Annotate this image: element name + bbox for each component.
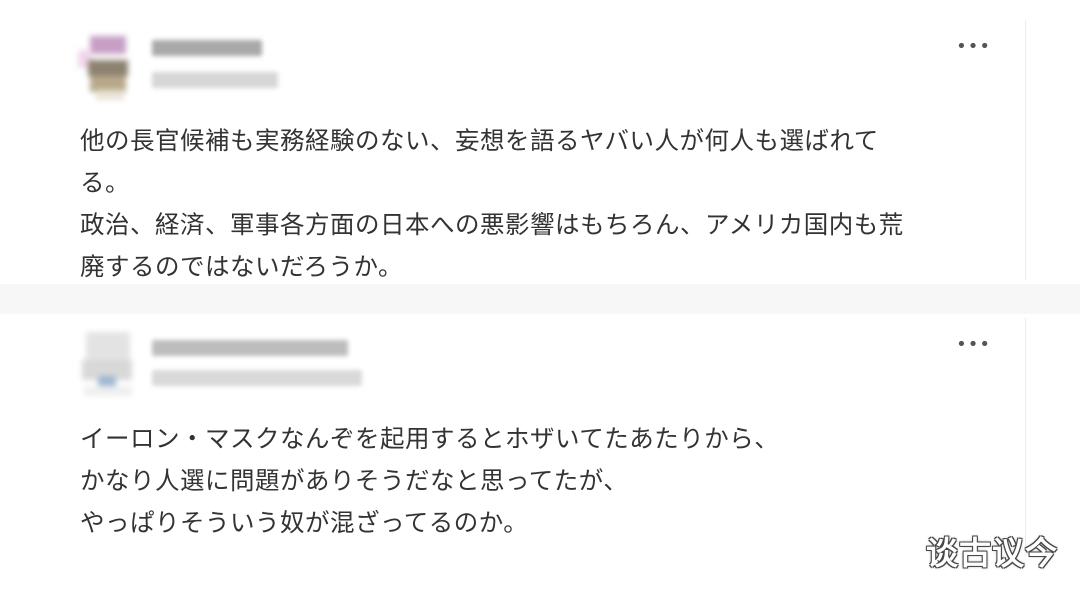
post-text-line: る。 bbox=[80, 168, 130, 197]
post-card[interactable]: ••• 他の長官候補も実務経験のない、妄想を語るヤバい人が何人も選ばれて る。 … bbox=[56, 20, 1026, 281]
post-text-line: かなり人選に問題がありそうだなと思ってたが、 bbox=[80, 466, 629, 495]
post-text-line: 政治、経済、軍事各方面の日本への悪影響はもちろん、アメリカ国内も荒 bbox=[80, 210, 904, 239]
post-text-line: やっぱりそういう奴が混ざってるのか。 bbox=[80, 508, 529, 537]
post-text-line: イーロン・マスクなんぞを起用するとホザいてたあたりから、 bbox=[80, 424, 780, 453]
username-redacted bbox=[152, 340, 348, 356]
handle-redacted bbox=[152, 72, 278, 88]
post-text-line: 他の長官候補も実務経験のない、妄想を語るヤバい人が何人も選ばれて bbox=[80, 126, 879, 155]
post-text: イーロン・マスクなんぞを起用するとホザいてたあたりから、 かなり人選に問題があり… bbox=[80, 418, 779, 544]
post-text: 他の長官候補も実務経験のない、妄想を語るヤバい人が何人も選ばれて る。 政治、経… bbox=[80, 120, 904, 288]
post-separator bbox=[0, 284, 1080, 314]
watermark: 谈古议今 bbox=[925, 534, 1058, 572]
post-text-line: 廃するのではないだろうか。 bbox=[80, 252, 404, 281]
username-redacted bbox=[152, 40, 262, 56]
handle-redacted bbox=[152, 370, 362, 386]
more-options-icon[interactable]: ••• bbox=[956, 38, 991, 56]
more-options-icon[interactable]: ••• bbox=[956, 336, 991, 354]
avatar[interactable] bbox=[78, 26, 136, 102]
feed: ••• 他の長官候補も実務経験のない、妄想を語るヤバい人が何人も選ばれて る。 … bbox=[0, 0, 1080, 596]
post-card[interactable]: ••• イーロン・マスクなんぞを起用するとホザいてたあたりから、 かなり人選に問… bbox=[56, 318, 1026, 548]
avatar[interactable] bbox=[78, 326, 136, 402]
